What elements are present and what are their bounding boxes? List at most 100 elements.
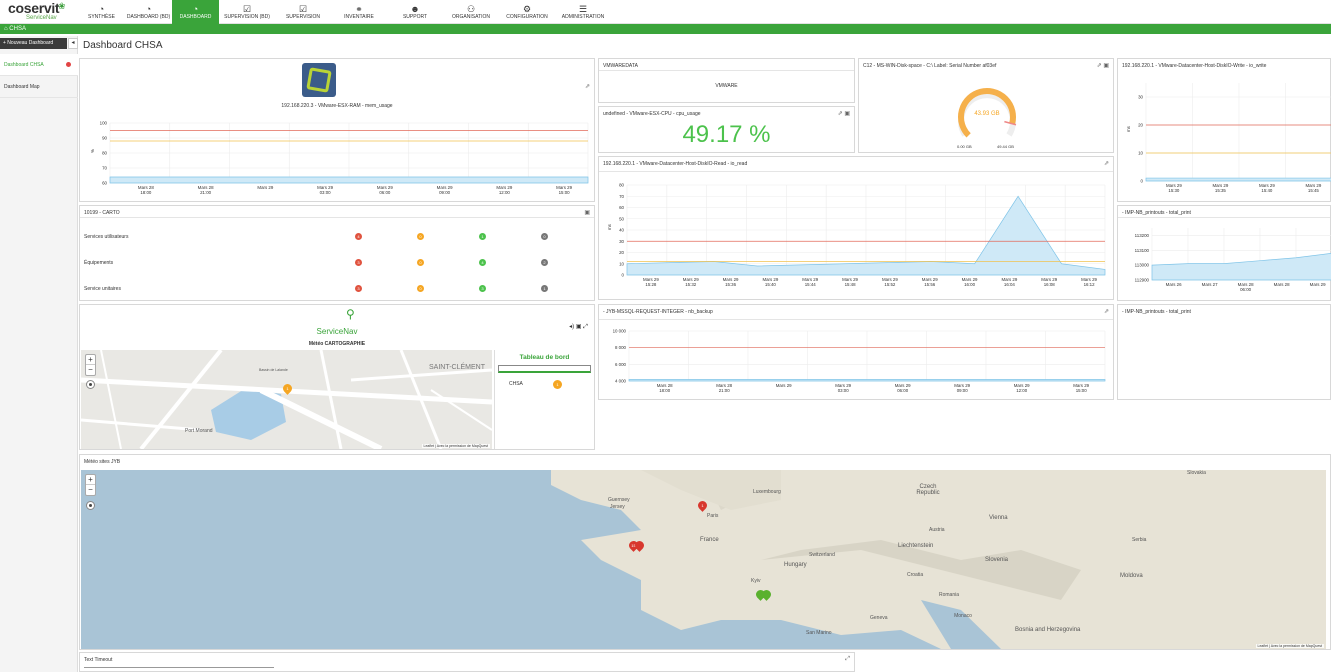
carto-count-badge[interactable]: 0 [541,233,548,240]
map-marker[interactable]: 1 [281,382,294,395]
carto-count-badge[interactable]: 4 [355,233,362,240]
print-chart: 113200 113100 113000 112900 Mars 26 Mars 27 Ma… [1135,228,1331,292]
y-tick-label: 10 [619,261,624,266]
nav-supervision-bd-[interactable]: ☑ Supervision (BD) [219,0,275,24]
nav-configuration[interactable]: ⚙ Configuration [499,0,555,24]
y-tick-label: 60 [102,181,107,186]
x-tick-label: 16:08 [1044,282,1056,287]
x-tick-label: 16:12 [1084,282,1096,287]
support-icon: ☻ [410,4,420,14]
nav-synth-se[interactable]: ◔ Synthèse [78,0,125,24]
io-write-chart: 3020100msMars 2915:30Mars 2915:35Mars 29… [1126,83,1331,193]
vmwaredata-value: VMWARE [715,83,738,89]
x-tick-label: 15:56 [924,282,936,287]
nav-support[interactable]: ☻ Support [387,0,443,24]
carto-count-badge[interactable]: 0 [417,259,424,266]
carto-count-badge[interactable]: 3 [355,285,362,292]
y-tick-label: 20 [619,250,624,255]
x-tick-label: Mars 26 [1166,282,1182,287]
x-tick-label: Mars 27 [1202,282,1218,287]
x-tick-label: 12:00 [499,190,511,195]
panel-actions-icon[interactable]: ▣ [584,209,590,216]
x-tick-label: 16:00 [964,282,976,287]
y-tick-label: 0 [1141,179,1144,184]
x-tick-label: 18:00 [140,190,152,195]
tableau-row-count: 1 [553,380,562,389]
gauge-min: 0.00 GB [957,144,972,149]
europe-map[interactable]: Guernsey Jersey Paris France Luxembourg … [81,470,1326,649]
panel-io-read: 192.168.220.1 - VMware-Datacenter-Host-D… [598,156,1114,300]
carto-count-badge[interactable]: 2 [541,259,548,266]
tableau-row-label[interactable]: CHSA [509,381,523,387]
x-tick-label: 15:28 [645,282,657,287]
carto-count-badge[interactable]: 3 [355,259,362,266]
x-tick-label: 15:40 [1261,188,1273,193]
panel-disk-space: C12 - MS-WIN-Disk-space - C:\ Label: Ser… [858,58,1114,153]
panel-actions-icon[interactable]: ⇗ ▣ [1097,62,1109,69]
carto-count-badge[interactable]: 0 [417,233,424,240]
map-caption: Météo CARTOGRAPHIE [308,341,366,347]
y-tick-label: 40 [619,228,624,233]
x-tick-label: Mars 29 [257,185,273,190]
external-link-icon[interactable]: ⇗ [1104,308,1109,315]
collapse-sidebar-button[interactable]: ◂ [68,38,78,49]
x-tick-label: 18:00 [659,388,671,393]
gauge-icon: ◔ [192,4,199,14]
nav-inventaire[interactable]: ⚭ Inventaire [331,0,387,24]
locate-icon[interactable] [86,501,95,510]
carto-count-badge[interactable]: 1 [541,285,548,292]
y-tick-label: 80 [102,151,107,156]
nav-dashboard[interactable]: ◔ Dashboard [172,0,219,24]
nav-administration[interactable]: ☰ Administration [555,0,611,24]
x-tick-label: 15:30 [1168,188,1180,193]
y-tick-label: 70 [619,194,624,199]
series-area [1145,177,1331,182]
x-tick-label: 15:44 [805,282,817,287]
map-actions-icon[interactable]: ◂) ▣ ⤢ [569,323,588,331]
carto-count-badge[interactable]: 4 [479,259,486,266]
zoom-control[interactable]: + − [85,474,96,496]
sidebar-item-dashboard-chsa[interactable]: Dashboard CHSA [0,54,78,76]
nav-supervision[interactable]: ☑ Supervision [275,0,331,24]
disk-value: 43.93 GB [974,111,1000,117]
x-tick-label: 21:00 [719,388,731,393]
panel-map-sites: Météo sites JYB Guernsey Jersey Paris Fr… [79,454,1331,650]
top-bar: coservit ServiceNav ❀ ◔ Synthèse ◔ Dashboar… [0,0,1331,24]
sidebar-item-dashboard-map[interactable]: Dashboard Map [0,76,78,98]
x-tick-label: 15:32 [685,282,697,287]
gauge-max: 49.44 GB [997,144,1014,149]
carto-row-label: Service unitaires [84,286,121,292]
city-map[interactable]: Port Morand SAINT-CLÉMENT Bassin de Lala… [81,350,492,449]
nav-dashboard-bd-[interactable]: ◔ Dashboard (BD) [125,0,172,24]
external-link-icon[interactable]: ⇗ [585,83,590,90]
panel-io-write: 192.168.220.1 - VMware-Datacenter-Host-D… [1117,58,1331,202]
panel-actions-icon[interactable]: ⇗ ▣ [838,110,850,117]
tableau-filter-input[interactable] [498,365,591,373]
y-tick-label: 30 [1138,95,1143,100]
expand-icon[interactable]: ⤢ [845,656,850,663]
x-tick-label: 12:00 [1016,388,1028,393]
carto-count-badge[interactable]: 1 [479,233,486,240]
external-link-icon[interactable]: ⇗ [1104,160,1109,167]
new-dashboard-button[interactable]: + Nouveau Dashboard [0,38,67,49]
sidebar: + Nouveau Dashboard ◂ Dashboard CHSA Das… [0,36,78,672]
y-tick-label: 20 [1138,123,1143,128]
zoom-control[interactable]: + − [85,354,96,376]
x-tick-label: 15:52 [884,282,896,287]
carto-count-badge[interactable]: 0 [417,285,424,292]
carto-row-label: Équipements [84,260,114,266]
x-tick-label: 15:00 [559,190,571,195]
locate-icon[interactable] [86,380,95,389]
panel-cpu-usage: undefined - VMware-ESX-CPU - cpu_usage ⇗… [598,106,855,153]
x-tick-label: 15:48 [845,282,857,287]
panel-vmwaredata: VMWAREDATA VMWARE [598,58,855,103]
carto-count-badge[interactable]: 3 [479,285,486,292]
x-tick-label: 09:00 [439,190,451,195]
io-read-chart: 80706050403020100msMars 2915:28Mars 2915… [607,183,1106,287]
y-tick-label: 0 [622,273,625,278]
coservit-logo[interactable]: coservit ServiceNav ❀ [8,1,68,23]
y-tick-label: 30 [619,239,624,244]
check-icon: ☑ [242,4,252,14]
nav-organisation[interactable]: ⚇ Organisation [443,0,499,24]
map-marker-paris[interactable]: 1 [696,499,709,512]
